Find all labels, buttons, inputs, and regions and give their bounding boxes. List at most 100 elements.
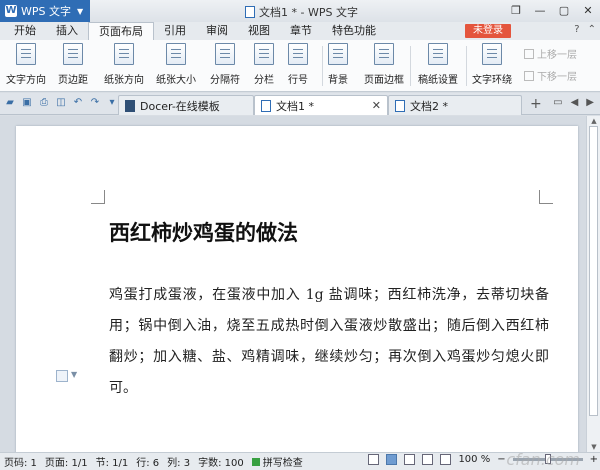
paragraph-layout-icon[interactable] <box>56 370 68 382</box>
orientation-button[interactable]: 纸张方向 <box>104 43 144 86</box>
window-controls: ❐ — ▢ ✕ <box>504 0 600 22</box>
margin-corner-mark <box>539 190 553 204</box>
tab-document-2[interactable]: 文档2 * <box>388 95 522 115</box>
manuscript-settings-button[interactable]: 稿纸设置 <box>418 43 458 86</box>
focus-mode-icon[interactable] <box>368 454 380 465</box>
bring-forward-button[interactable]: 上移一层 <box>524 46 577 61</box>
close-tab-icon[interactable]: ✕ <box>372 99 381 112</box>
ribbon: 文字方向 页边距 纸张方向 纸张大小 分隔符 分栏 行号 背景 页面边框 稿纸设… <box>0 40 600 92</box>
ribbon-divider <box>322 46 323 86</box>
tab-list-icon[interactable]: ▭ <box>553 97 562 108</box>
status-word-count[interactable]: 字数: 100 <box>194 454 248 469</box>
quick-access-toolbar: ▰ ▣ ⎙ ◫ ↶ ↷ ▾ <box>4 97 118 109</box>
login-button[interactable]: 未登录 <box>465 24 511 38</box>
vertical-scrollbar[interactable]: ▲ ▼ <box>586 116 600 452</box>
spell-check-toggle[interactable]: 拼写检查 <box>248 454 307 469</box>
background-icon <box>328 43 348 65</box>
zoom-out-icon[interactable]: − <box>497 454 505 465</box>
docer-icon <box>125 99 135 112</box>
tab-document-1[interactable]: 文档1 * ✕ <box>254 95 388 115</box>
background-button[interactable]: 背景 <box>328 43 348 86</box>
scrollbar-thumb[interactable] <box>589 126 598 416</box>
app-menu-button[interactable]: W WPS 文字 ▼ <box>0 0 90 22</box>
paper-size-button[interactable]: 纸张大小 <box>156 43 196 86</box>
menu-right-icons: ? ⌃ <box>574 24 596 35</box>
print-preview-icon[interactable]: ◫ <box>55 97 67 109</box>
chevron-left-icon[interactable]: ◀ <box>571 97 579 108</box>
page-border-button[interactable]: 页面边框 <box>364 43 404 86</box>
paragraph-line: 鸡蛋打成蛋液，在蛋液中加入 1g 盐调味；西红柿洗净，去蒂切块备 <box>109 287 549 303</box>
tab-insert[interactable]: 插入 <box>46 22 88 40</box>
help-icon[interactable]: ? <box>574 24 579 35</box>
scroll-up-icon[interactable]: ▲ <box>587 116 600 126</box>
page-view-icon[interactable] <box>386 454 398 465</box>
document-icon <box>245 6 255 18</box>
zoom-in-icon[interactable]: + <box>590 454 598 465</box>
text-wrap-icon <box>482 43 502 65</box>
status-section[interactable]: 节: 1/1 <box>92 454 133 469</box>
margins-button[interactable]: 页边距 <box>58 43 88 86</box>
document-icon <box>395 99 405 112</box>
tab-home[interactable]: 开始 <box>4 22 46 40</box>
tab-page-layout[interactable]: 页面布局 <box>88 22 154 40</box>
document-area: 西红柿炒鸡蛋的做法 鸡蛋打成蛋液，在蛋液中加入 1g 盐调味；西红柿洗净，去蒂切… <box>0 116 586 466</box>
tab-references[interactable]: 引用 <box>154 22 196 40</box>
skin-icon[interactable]: ❐ <box>504 0 528 22</box>
open-folder-icon[interactable]: ▰ <box>4 97 16 109</box>
scroll-down-icon[interactable]: ▼ <box>587 442 600 452</box>
tab-chapter[interactable]: 章节 <box>280 22 322 40</box>
save-icon[interactable]: ▣ <box>21 97 33 109</box>
window-title-text: 文档1 * - WPS 文字 <box>259 6 358 19</box>
tab-navigation: ▭ ◀ ▶ <box>553 97 594 108</box>
line-numbers-icon <box>288 43 308 65</box>
text-wrap-button[interactable]: 文字环绕 <box>472 43 512 86</box>
minimize-button[interactable]: — <box>528 0 552 22</box>
title-bar: W WPS 文字 ▼ 文档1 * - WPS 文字 ❐ — ▢ ✕ <box>0 0 600 22</box>
status-page-number[interactable]: 页码: 1 <box>0 454 41 469</box>
redo-icon[interactable]: ↷ <box>89 97 101 109</box>
paragraph-line: 可。 <box>109 380 137 396</box>
columns-icon <box>254 43 274 65</box>
tab-view[interactable]: 视图 <box>238 22 280 40</box>
undo-icon[interactable]: ↶ <box>72 97 84 109</box>
tab-docer-templates[interactable]: Docer-在线模板 <box>118 95 254 115</box>
document-heading[interactable]: 西红柿炒鸡蛋的做法 <box>109 217 298 247</box>
maximize-button[interactable]: ▢ <box>552 0 576 22</box>
document-paragraph[interactable]: 鸡蛋打成蛋液，在蛋液中加入 1g 盐调味；西红柿洗净，去蒂切块备 用；锅中倒入油… <box>109 280 549 404</box>
paper-size-icon <box>166 43 186 65</box>
full-screen-icon[interactable] <box>404 454 416 465</box>
app-name: WPS 文字 <box>21 5 71 18</box>
text-direction-icon <box>16 43 36 65</box>
bring-forward-icon <box>524 48 534 59</box>
chevron-up-icon[interactable]: ⌃ <box>588 24 596 35</box>
outline-view-icon[interactable] <box>440 454 452 465</box>
chevron-down-icon: ▼ <box>77 6 84 16</box>
status-column[interactable]: 列: 3 <box>163 454 194 469</box>
ribbon-divider <box>410 46 411 86</box>
window-title: 文档1 * - WPS 文字 <box>245 4 358 20</box>
send-backward-icon <box>524 70 534 81</box>
tab-review[interactable]: 审阅 <box>196 22 238 40</box>
print-icon[interactable]: ⎙ <box>38 97 50 109</box>
line-numbers-button[interactable]: 行号 <box>288 43 308 86</box>
breaks-icon <box>215 43 235 65</box>
chevron-down-icon[interactable]: ▾ <box>106 97 118 109</box>
close-button[interactable]: ✕ <box>576 0 600 22</box>
chevron-right-icon[interactable]: ▶ <box>586 97 594 108</box>
orientation-icon <box>114 43 134 65</box>
chevron-down-icon[interactable]: ▼ <box>71 370 77 379</box>
send-backward-button[interactable]: 下移一层 <box>524 68 577 83</box>
document-page[interactable]: 西红柿炒鸡蛋的做法 鸡蛋打成蛋液，在蛋液中加入 1g 盐调味；西红柿洗净，去蒂切… <box>16 126 578 466</box>
text-direction-button[interactable]: 文字方向 <box>6 43 46 86</box>
paragraph-line: 翻炒；加入糖、盐、鸡精调味，继续炒匀；再次倒入鸡蛋炒匀熄火即 <box>109 349 549 365</box>
ribbon-divider <box>466 46 467 86</box>
status-page[interactable]: 页面: 1/1 <box>41 454 92 469</box>
new-tab-button[interactable]: + <box>530 96 542 112</box>
paragraph-line: 用；锅中倒入油，烧至五成热时倒入蛋液炒散盛出；随后倒入西红柿 <box>109 318 549 334</box>
status-line[interactable]: 行: 6 <box>132 454 163 469</box>
web-view-icon[interactable] <box>422 454 434 465</box>
tab-features[interactable]: 特色功能 <box>322 22 386 40</box>
columns-button[interactable]: 分栏 <box>254 43 274 86</box>
zoom-level[interactable]: 100 % <box>458 454 490 465</box>
breaks-button[interactable]: 分隔符 <box>210 43 240 86</box>
